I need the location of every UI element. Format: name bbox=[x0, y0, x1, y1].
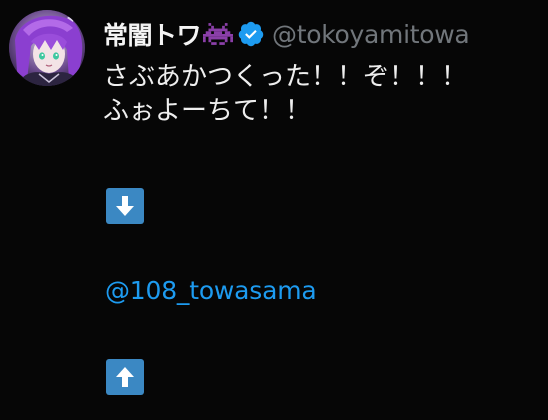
tweet-header: 常闇トワ @tokoyamitowa bbox=[103, 14, 470, 54]
display-name[interactable]: 常闇トワ bbox=[103, 16, 202, 52]
up-arrow-icon bbox=[106, 359, 144, 395]
verified-badge-icon[interactable] bbox=[237, 20, 265, 48]
space-invader-icon bbox=[203, 21, 234, 47]
tweet-body: さぶあかつくった！！ぞ！！！ ふぉよーちて！！ bbox=[103, 60, 543, 128]
tweet-text-line-1: さぶあかつくった！！ぞ！！！ bbox=[103, 62, 468, 92]
avatar-image bbox=[9, 10, 85, 86]
down-arrow-icon bbox=[106, 188, 144, 224]
tweet: 常闇トワ @tokoyamitowa さぶあかつくった！！ぞ！！！ ふぉよーちて… bbox=[0, 0, 548, 420]
user-handle[interactable]: @tokoyamitowa bbox=[272, 20, 470, 49]
mention-link[interactable]: @108_towasama bbox=[105, 276, 317, 305]
avatar[interactable] bbox=[9, 10, 85, 86]
tweet-text-line-2: ふぉよーちて！！ bbox=[103, 96, 312, 126]
